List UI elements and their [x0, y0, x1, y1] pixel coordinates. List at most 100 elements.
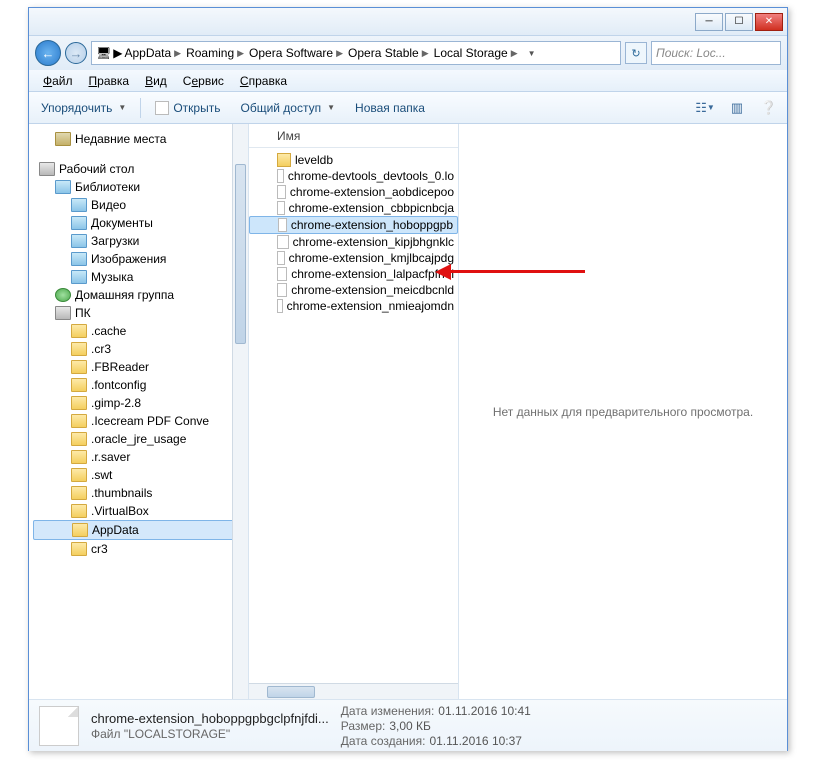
menubar: Файл Правка Вид Сервис Справка — [29, 70, 787, 92]
file-row[interactable]: chrome-extension_kmjlbcajpdg — [249, 250, 458, 266]
back-button[interactable]: ← — [35, 40, 61, 66]
folder-icon — [71, 324, 87, 338]
folder-icon — [71, 432, 87, 446]
file-row-selected[interactable]: chrome-extension_hoboppgpb — [249, 216, 458, 234]
homegroup-icon — [55, 288, 71, 302]
folder-icon — [71, 378, 87, 392]
crumb: Opera Stable▶ — [348, 46, 432, 60]
nav-folder[interactable]: .cache — [33, 322, 248, 340]
folder-icon — [71, 270, 87, 284]
details-size-label: Размер: — [341, 719, 386, 733]
organize-button[interactable]: Упорядочить▼ — [35, 98, 132, 118]
file-row[interactable]: chrome-extension_cbbpicnbcja — [249, 200, 458, 216]
nav-libraries[interactable]: Библиотеки — [33, 178, 248, 196]
folder-icon — [71, 468, 87, 482]
folder-icon — [71, 360, 87, 374]
nav-folder[interactable]: .VirtualBox — [33, 502, 248, 520]
computer-icon — [55, 306, 71, 320]
preview-pane: Нет данных для предварительного просмотр… — [459, 124, 787, 699]
nav-folder[interactable]: .r.saver — [33, 448, 248, 466]
folder-icon — [71, 504, 87, 518]
file-row[interactable]: chrome-extension_lalpacfpfnol — [249, 266, 458, 282]
scrollbar-thumb[interactable] — [267, 686, 315, 698]
minimize-button[interactable]: ─ — [695, 13, 723, 31]
file-row[interactable]: chrome-extension_aobdicepoo — [249, 184, 458, 200]
toolbar: Упорядочить▼ Открыть Общий доступ▼ Новая… — [29, 92, 787, 124]
file-icon — [155, 101, 169, 115]
folder-icon — [71, 396, 87, 410]
address-bar[interactable]: 🖥▶ AppData▶ Roaming▶ Opera Software▶ Ope… — [91, 41, 621, 65]
file-row[interactable]: leveldb — [249, 152, 458, 168]
file-icon — [277, 201, 285, 215]
search-input[interactable]: Поиск: Loc... — [651, 41, 781, 65]
file-icon — [278, 218, 287, 232]
help-icon[interactable]: ❔ — [757, 97, 781, 119]
details-filename: chrome-extension_hoboppgpbgclpfnjfdi... — [91, 711, 329, 726]
share-button[interactable]: Общий доступ▼ — [234, 98, 341, 118]
nav-homegroup[interactable]: Домашняя группа — [33, 286, 248, 304]
nav-downloads[interactable]: Загрузки — [33, 232, 248, 250]
folder-icon — [71, 450, 87, 464]
forward-button[interactable]: → — [65, 42, 87, 64]
nav-folder[interactable]: .fontconfig — [33, 376, 248, 394]
crumb: Opera Software▶ — [249, 46, 346, 60]
nav-folder[interactable]: .Icecream PDF Conve — [33, 412, 248, 430]
menu-edit[interactable]: Правка — [83, 72, 136, 90]
main-area: Недавние места Рабочий стол Библиотеки В… — [29, 124, 787, 699]
menu-file[interactable]: Файл — [37, 72, 79, 90]
details-mod-label: Дата изменения: — [341, 704, 435, 718]
file-row[interactable]: chrome-extension_meicdbcnld — [249, 282, 458, 298]
file-icon — [277, 299, 283, 313]
file-icon — [277, 185, 286, 199]
file-icon — [277, 283, 287, 297]
nav-folder[interactable]: .thumbnails — [33, 484, 248, 502]
folder-icon — [277, 153, 291, 167]
nav-desktop[interactable]: Рабочий стол — [33, 160, 248, 178]
folder-icon — [71, 342, 87, 356]
file-list: leveldb chrome-devtools_devtools_0.lo ch… — [249, 148, 458, 683]
close-button[interactable]: ✕ — [755, 13, 783, 31]
file-icon — [277, 251, 285, 265]
file-icon — [277, 169, 284, 183]
nav-recent[interactable]: Недавние места — [33, 130, 248, 148]
computer-icon: 🖥 — [96, 46, 111, 60]
horizontal-scrollbar[interactable] — [249, 683, 458, 699]
library-icon — [55, 180, 71, 194]
file-row[interactable]: chrome-devtools_devtools_0.lo — [249, 168, 458, 184]
crumb: Roaming▶ — [186, 46, 247, 60]
menu-help[interactable]: Справка — [234, 72, 293, 90]
open-button[interactable]: Открыть — [149, 98, 226, 118]
nav-folder[interactable]: .FBReader — [33, 358, 248, 376]
preview-toggle-button[interactable]: ▥ — [725, 97, 749, 119]
nav-music[interactable]: Музыка — [33, 268, 248, 286]
nav-folder[interactable]: .swt — [33, 466, 248, 484]
maximize-button[interactable]: ☐ — [725, 13, 753, 31]
file-large-icon — [39, 706, 79, 746]
folder-icon — [71, 414, 87, 428]
nav-folder-appdata[interactable]: AppData — [33, 520, 248, 540]
address-row: ← → 🖥▶ AppData▶ Roaming▶ Opera Software▶… — [29, 36, 787, 70]
nav-pictures[interactable]: Изображения — [33, 250, 248, 268]
nav-scrollbar[interactable] — [232, 124, 248, 699]
nav-folder[interactable]: .gimp-2.8 — [33, 394, 248, 412]
view-mode-button[interactable]: ☷▼ — [693, 97, 717, 119]
nav-video[interactable]: Видео — [33, 196, 248, 214]
scrollbar-thumb[interactable] — [235, 164, 246, 344]
file-row[interactable]: chrome-extension_kipjbhgnklc — [249, 234, 458, 250]
column-header-name[interactable]: Имя — [249, 124, 458, 148]
nav-folder[interactable]: .cr3 — [33, 340, 248, 358]
nav-pc[interactable]: ПК — [33, 304, 248, 322]
file-row[interactable]: chrome-extension_nmieajomdn — [249, 298, 458, 314]
nav-folder[interactable]: cr3 — [33, 540, 248, 558]
address-dropdown[interactable]: ▼ — [523, 49, 541, 58]
crumb: Local Storage▶ — [434, 46, 521, 60]
details-mod: 01.11.2016 10:41 — [438, 704, 531, 718]
nav-documents[interactable]: Документы — [33, 214, 248, 232]
menu-view[interactable]: Вид — [139, 72, 173, 90]
menu-tools[interactable]: Сервис — [177, 72, 230, 90]
newfolder-button[interactable]: Новая папка — [349, 98, 431, 118]
nav-folder[interactable]: .oracle_jre_usage — [33, 430, 248, 448]
folder-icon — [71, 234, 87, 248]
file-list-pane: Имя leveldb chrome-devtools_devtools_0.l… — [249, 124, 459, 699]
refresh-button[interactable]: ↻ — [625, 42, 647, 64]
